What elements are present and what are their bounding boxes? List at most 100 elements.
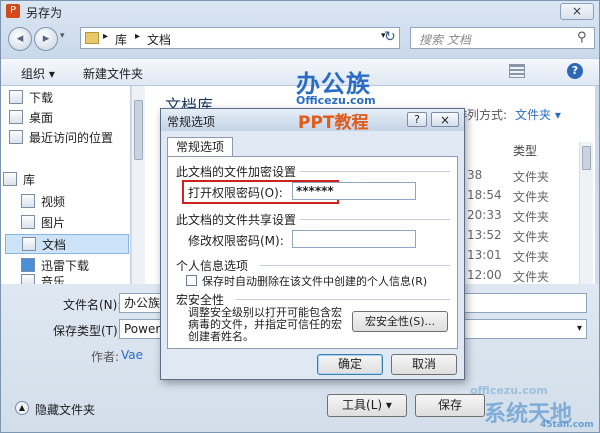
help-button[interactable]: ? bbox=[567, 63, 583, 79]
search-icon[interactable]: ⚲ bbox=[577, 30, 587, 45]
history-dropdown-icon[interactable]: ▾ bbox=[60, 31, 65, 41]
author-label: 作者: bbox=[91, 350, 120, 364]
privacy-checkbox-label[interactable]: 保存时自动删除在该文件中创建的个人信息(R) bbox=[202, 273, 427, 289]
breadcrumb-library[interactable]: 库 bbox=[115, 31, 127, 48]
section-divider bbox=[300, 171, 450, 172]
tools-button[interactable]: 工具(L) ▾ bbox=[327, 394, 407, 417]
forward-button[interactable]: ▸ bbox=[34, 27, 58, 51]
filename-label: 文件名(N): bbox=[63, 298, 122, 312]
row-time: 13:01 bbox=[467, 248, 502, 262]
window-title: 另存为 bbox=[26, 6, 63, 20]
dialog-title: 常规选项 bbox=[167, 115, 216, 129]
file-row[interactable]: 13:52 文件夹 bbox=[467, 228, 577, 246]
row-time: 38 bbox=[467, 168, 483, 182]
row-type: 文件夹 bbox=[513, 190, 550, 204]
sidebar-label: 桌面 bbox=[29, 111, 54, 125]
sidebar-label: 文档 bbox=[42, 238, 67, 252]
watermark-logo-sub: Officezu.com bbox=[296, 94, 376, 107]
section-divider bbox=[300, 219, 450, 220]
video-icon bbox=[21, 194, 35, 208]
sidebar-item-libraries[interactable]: 库 bbox=[3, 170, 121, 190]
sidebar-item-videos[interactable]: 视频 bbox=[21, 192, 127, 212]
file-row[interactable]: 38 文件夹 bbox=[467, 168, 577, 186]
macro-description: 调整安全级别以打开可能包含宏病毒的文件，并指定可信任的宏创建者姓名。 bbox=[188, 306, 342, 343]
folder-icon bbox=[85, 32, 99, 44]
file-row[interactable]: 13:01 文件夹 bbox=[467, 248, 577, 266]
search-input[interactable]: 搜索 文档 ⚲ bbox=[410, 27, 595, 49]
watermark-ppt: PPT教程 bbox=[298, 113, 369, 133]
address-bar[interactable]: ▸ 库 ▸ 文档 ▾ bbox=[80, 27, 400, 49]
sidebar-scrollbar[interactable] bbox=[131, 86, 145, 284]
recent-places-icon bbox=[9, 130, 23, 144]
sidebar-item-pictures[interactable]: 图片 bbox=[21, 213, 127, 233]
app-icon: P bbox=[6, 4, 20, 18]
sidebar-item-music[interactable]: 音乐 bbox=[21, 274, 127, 284]
ok-button[interactable]: 确定 bbox=[317, 354, 383, 375]
title-bar: P 另存为 × bbox=[0, 0, 600, 24]
library-icon bbox=[3, 172, 17, 186]
section-divider bbox=[236, 299, 450, 300]
download-folder-icon bbox=[9, 90, 23, 104]
row-time: 13:52 bbox=[467, 228, 502, 242]
dialog-close-button[interactable]: × bbox=[431, 112, 459, 127]
privacy-checkbox[interactable] bbox=[186, 275, 197, 286]
new-folder-button[interactable]: 新建文件夹 bbox=[83, 65, 143, 82]
open-password-input[interactable]: ****** bbox=[292, 182, 416, 200]
music-icon bbox=[21, 274, 35, 284]
cancel-button[interactable]: 取消 bbox=[391, 354, 457, 375]
breadcrumb-separator: ▸ bbox=[103, 31, 109, 42]
sidebar-label: 最近访问的位置 bbox=[29, 131, 114, 145]
sidebar-label: 库 bbox=[23, 173, 36, 187]
encrypt-section-heading: 此文档的文件加密设置 bbox=[176, 165, 297, 179]
view-options-icon[interactable] bbox=[509, 64, 525, 78]
savetype-label: 保存类型(T): bbox=[53, 324, 122, 338]
file-row[interactable]: 18:54 文件夹 bbox=[467, 188, 577, 206]
row-time: 12:00 bbox=[467, 268, 502, 282]
dialog-help-button[interactable]: ? bbox=[407, 112, 427, 127]
back-button[interactable]: ◂ bbox=[8, 27, 32, 51]
scroll-thumb[interactable] bbox=[582, 146, 591, 170]
general-options-dialog: 常规选项 ? × 常规选项 此文档的文件加密设置 打开权限密码(O): ****… bbox=[160, 108, 465, 380]
row-time: 18:54 bbox=[467, 188, 502, 202]
organize-button[interactable]: 组织 ▾ bbox=[21, 65, 55, 82]
hide-folders-toggle[interactable]: 隐藏文件夹 bbox=[35, 401, 95, 418]
modify-password-input[interactable] bbox=[292, 230, 416, 248]
privacy-section-heading: 个人信息选项 bbox=[176, 259, 249, 273]
sort-dropdown[interactable]: 文件夹 ▾ bbox=[515, 106, 561, 123]
type-column-header[interactable]: 类型 bbox=[513, 142, 537, 159]
row-type: 文件夹 bbox=[513, 170, 550, 184]
row-type: 文件夹 bbox=[513, 250, 550, 264]
chevron-down-icon: ▾ bbox=[576, 323, 582, 334]
author-value[interactable]: Vae bbox=[121, 348, 143, 362]
dialog-panel: 此文档的文件加密设置 打开权限密码(O): ****** 此文档的文件共享设置 … bbox=[167, 156, 458, 349]
open-password-value: ****** bbox=[296, 184, 334, 198]
file-row[interactable]: 20:33 文件夹 bbox=[467, 208, 577, 226]
refresh-button[interactable]: ↻ bbox=[384, 29, 396, 45]
tab-general-options[interactable]: 常规选项 bbox=[167, 137, 233, 157]
save-button[interactable]: 保存 bbox=[415, 394, 485, 417]
modify-password-label: 修改权限密码(M): bbox=[188, 234, 284, 248]
file-row[interactable]: 12:00 文件夹 bbox=[467, 268, 577, 284]
desktop-icon bbox=[9, 110, 23, 124]
sidebar-label: 视频 bbox=[41, 195, 66, 209]
sidebar-item-thunder-downloads[interactable]: 迅雷下载 bbox=[21, 256, 127, 276]
open-password-label: 打开权限密码(O): bbox=[188, 186, 283, 200]
scroll-thumb[interactable] bbox=[134, 100, 143, 160]
sidebar-item-desktop[interactable]: 桌面 bbox=[9, 108, 127, 128]
sidebar-item-downloads[interactable]: 下载 bbox=[9, 88, 127, 108]
document-icon bbox=[22, 237, 36, 251]
thunder-icon bbox=[21, 258, 35, 272]
watermark-bottom-sub: 45tan.com bbox=[540, 420, 594, 430]
macro-security-button[interactable]: 宏安全性(S)... bbox=[352, 311, 448, 332]
search-placeholder: 搜索 文档 bbox=[419, 33, 471, 47]
section-divider bbox=[260, 265, 450, 266]
filename-value: 办公族 bbox=[124, 296, 161, 310]
close-button[interactable]: × bbox=[560, 3, 594, 20]
collapse-icon[interactable]: ▲ bbox=[15, 401, 29, 415]
sidebar-label: 下载 bbox=[29, 91, 54, 105]
sidebar-item-recent[interactable]: 最近访问的位置 bbox=[9, 128, 127, 148]
file-list-scrollbar[interactable] bbox=[579, 142, 593, 284]
sidebar-item-documents[interactable]: 文档 bbox=[5, 234, 129, 254]
row-type: 文件夹 bbox=[513, 230, 550, 244]
breadcrumb-documents[interactable]: 文档 bbox=[147, 31, 171, 48]
